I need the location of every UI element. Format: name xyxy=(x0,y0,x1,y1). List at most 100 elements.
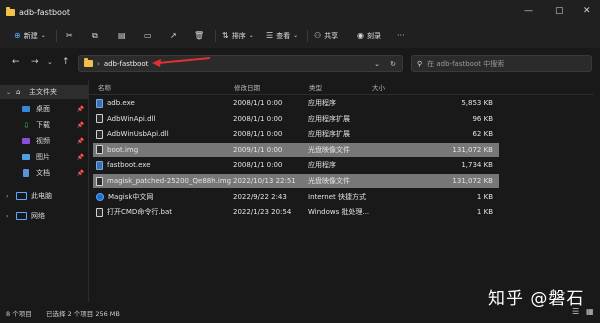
divider xyxy=(215,30,216,42)
file-row[interactable]: AdbWinUsbApi.dll 2008/1/1 0:00 应用程序扩展 62 KB xyxy=(93,127,499,141)
picture-icon xyxy=(22,154,30,160)
cut-button[interactable]: ✂ xyxy=(66,29,73,43)
chevron-right-icon: › xyxy=(6,192,9,200)
sidebar-item-videos[interactable]: 视频 📌 xyxy=(0,134,88,148)
pin-icon[interactable]: 📌 xyxy=(77,170,84,177)
tiles-view-icon[interactable]: ▦ xyxy=(586,307,594,316)
forward-icon[interactable]: → xyxy=(31,57,39,67)
file-row[interactable]: Magisk中文网 2022/9/22 2:43 Internet 快捷方式 1 KB xyxy=(93,190,499,204)
sort-button[interactable]: ⇅ 排序 ⌄ xyxy=(222,29,254,43)
paste-icon: ▤ xyxy=(118,31,126,40)
file-type: Internet 快捷方式 xyxy=(308,192,367,201)
sidebar-item-label: 网络 xyxy=(31,212,45,220)
file-date: 2008/1/1 0:00 xyxy=(233,99,283,107)
app-file-icon xyxy=(96,98,103,108)
address-bar[interactable]: › adb-fastboot ⌄ ↻ xyxy=(78,55,403,72)
pin-icon[interactable]: 📌 xyxy=(77,154,84,161)
new-button[interactable]: ⊕ 新建 ⌄ xyxy=(14,29,46,43)
copy-button[interactable]: ⧉ xyxy=(92,29,98,43)
file-type: 应用程序扩展 xyxy=(308,130,350,139)
up-icon[interactable]: ↑ xyxy=(62,57,70,67)
column-header-size[interactable]: 大小 xyxy=(372,80,385,94)
network-icon xyxy=(16,212,27,220)
more-button[interactable]: ··· xyxy=(397,29,405,43)
file-type: 应用程序扩展 xyxy=(308,114,350,123)
file-row[interactable]: magisk_patched-25200_Qe88h.img 2022/10/13… xyxy=(93,174,499,188)
close-button[interactable]: ✕ xyxy=(583,6,591,16)
sort-label: 排序 xyxy=(231,32,246,40)
delete-button[interactable]: 🗑 xyxy=(194,29,204,43)
file-row[interactable]: boot.img 2009/1/1 0:00 光盘映像文件 131,072 KB xyxy=(93,142,499,157)
sidebar-item-network[interactable]: › 网络 xyxy=(0,209,88,223)
sidebar-item-label: 主文件夹 xyxy=(29,88,57,96)
burn-label: 刻录 xyxy=(366,32,381,40)
sort-icon: ⇅ xyxy=(222,31,229,40)
title-bar: adb-fastboot — ▢ ✕ xyxy=(0,0,600,24)
header-divider xyxy=(89,94,594,95)
rename-button[interactable]: ▭ xyxy=(144,29,152,43)
disc-icon: ◉ xyxy=(357,31,364,40)
cut-icon: ✂ xyxy=(66,31,73,40)
column-header-date[interactable]: 修改日期 xyxy=(234,80,260,94)
share-icon-button[interactable]: ↗ xyxy=(170,29,177,43)
sidebar-item-home[interactable]: ⌄ ⌂ 主文件夹 xyxy=(0,85,88,99)
column-header-name[interactable]: 名称 xyxy=(98,80,111,94)
annotation-arrow xyxy=(152,57,211,67)
file-type: 应用程序 xyxy=(308,161,336,170)
sidebar-item-desktop[interactable]: 桌面 📌 xyxy=(0,102,88,116)
file-size: 1 KB xyxy=(476,192,493,201)
file-name: AdbWinApi.dll xyxy=(107,114,156,123)
chevron-down-icon: ⌄ xyxy=(248,32,254,39)
file-size: 5,853 KB xyxy=(461,99,493,107)
sidebar-item-pictures[interactable]: 图片 📌 xyxy=(0,150,88,164)
sidebar-item-this-pc[interactable]: › 此电脑 xyxy=(0,189,88,203)
document-icon xyxy=(23,169,29,177)
sidebar-item-label: 视频 xyxy=(36,137,50,145)
file-row[interactable]: AdbWinApi.dll 2008/1/1 0:00 应用程序扩展 96 KB xyxy=(93,112,499,126)
trash-icon: 🗑 xyxy=(194,31,205,40)
pin-icon[interactable]: 📌 xyxy=(77,122,84,129)
column-header-type[interactable]: 类型 xyxy=(309,80,322,94)
file-name: boot.img xyxy=(107,145,139,154)
path-segment[interactable]: adb-fastboot xyxy=(104,60,149,68)
burn-button[interactable]: ◉ 刻录 xyxy=(357,29,381,43)
file-row[interactable]: 打开CMD命令行.bat 2022/1/23 20:54 Windows 批处理..… xyxy=(93,205,499,219)
divider xyxy=(56,30,57,42)
maximize-button[interactable]: ▢ xyxy=(555,6,564,16)
history-chevron-icon[interactable]: ⌄ xyxy=(47,58,53,66)
file-name: adb.exe xyxy=(107,99,135,107)
minimize-button[interactable]: — xyxy=(524,6,533,16)
file-date: 2008/1/1 0:00 xyxy=(233,114,283,123)
file-type: 光盘映像文件 xyxy=(308,177,350,185)
file-row[interactable]: fastboot.exe 2008/1/1 0:00 应用程序 1,734 KB xyxy=(93,158,499,172)
refresh-icon[interactable]: ↻ xyxy=(390,60,396,68)
people-icon: ⚇ xyxy=(314,31,322,40)
paste-button[interactable]: ▤ xyxy=(118,29,126,43)
sidebar-item-downloads[interactable]: ⇩ 下载 📌 xyxy=(0,118,88,132)
view-button[interactable]: ☰ 查看 ⌄ xyxy=(266,29,298,43)
pin-icon[interactable]: 📌 xyxy=(77,138,84,145)
pin-icon[interactable]: 📌 xyxy=(77,106,84,113)
file-name-cell: magisk_patched-25200_Qe88h.img xyxy=(96,174,231,188)
watermark-text: 知乎 @磐石 xyxy=(488,289,585,309)
app-file-icon xyxy=(96,160,103,170)
folder-icon xyxy=(6,6,15,16)
share-button[interactable]: ⚇ 共享 xyxy=(314,29,338,43)
search-box[interactable]: ⚲ 在 adb-fastboot 中搜索 xyxy=(411,55,592,72)
file-date: 2008/1/1 0:00 xyxy=(233,130,283,139)
window-tab[interactable]: adb-fastboot xyxy=(6,5,70,19)
file-name-cell: adb.exe xyxy=(96,96,135,110)
chevron-down-icon: ⌄ xyxy=(40,32,46,39)
navigation-pane: ⌄ ⌂ 主文件夹 桌面 📌 ⇩ 下载 📌 视频 📌 图片 📌 文档 📌 › 此电… xyxy=(0,80,88,310)
file-size: 131,072 KB xyxy=(452,145,493,154)
back-icon[interactable]: ← xyxy=(12,57,20,67)
file-size: 62 KB xyxy=(472,130,493,139)
search-input[interactable]: 在 adb-fastboot 中搜索 xyxy=(427,59,504,69)
web-shortcut-icon xyxy=(96,192,104,201)
address-dropdown-icon[interactable]: ⌄ xyxy=(374,60,380,68)
chevron-down-icon: ⌄ xyxy=(293,32,299,39)
copy-icon: ⧉ xyxy=(92,31,98,40)
view-icon: ☰ xyxy=(266,31,274,40)
sidebar-item-documents[interactable]: 文档 📌 xyxy=(0,166,88,180)
file-row[interactable]: adb.exe 2008/1/1 0:00 应用程序 5,853 KB xyxy=(93,96,499,110)
